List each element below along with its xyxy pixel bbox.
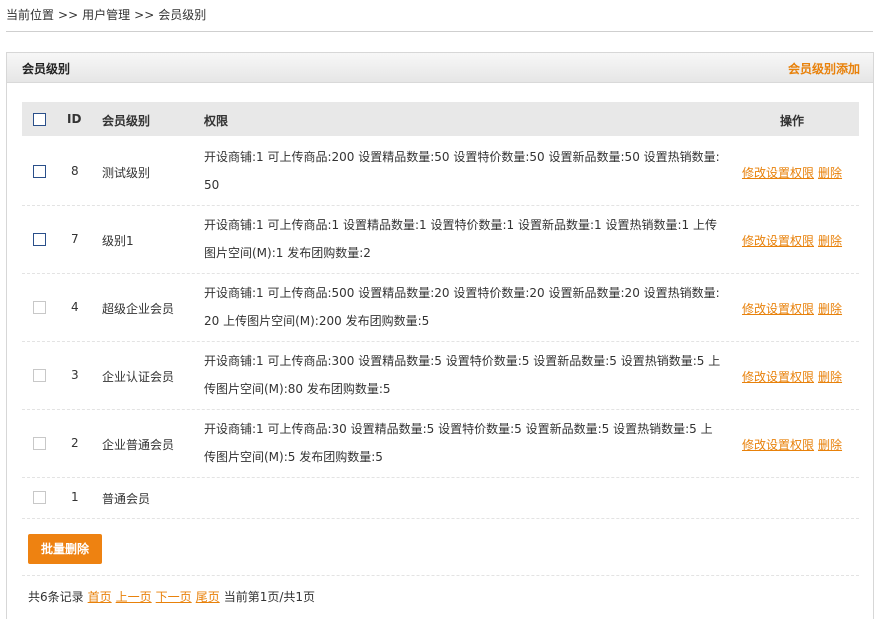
breadcrumb-divider <box>6 31 873 32</box>
row-checkbox[interactable] <box>33 165 46 178</box>
last-page-link[interactable]: 尾页 <box>196 590 220 604</box>
panel-header: 会员级别 会员级别添加 <box>7 53 873 83</box>
pagination: 共6条记录 首页 上一页 下一页 尾页 当前第1页/共1页 <box>28 588 315 605</box>
row-level-name: 企业认证会员 <box>102 370 175 384</box>
table-row: 8 测试级别 开设商铺:1 可上传商品:200 设置精品数量:50 设置特价数量… <box>22 137 859 206</box>
row-permission: 开设商铺:1 可上传商品:300 设置精品数量:5 设置特价数量:5 设置新品数… <box>204 354 721 396</box>
row-operations: 修改设置权限 删除 <box>742 436 842 453</box>
table-row: 4 超级企业会员 开设商铺:1 可上传商品:500 设置精品数量:20 设置特价… <box>22 273 859 342</box>
edit-permission-link[interactable]: 修改设置权限 <box>742 234 814 248</box>
edit-permission-link[interactable]: 修改设置权限 <box>742 166 814 180</box>
edit-permission-link[interactable]: 修改设置权限 <box>742 370 814 384</box>
batch-delete-button[interactable]: 批量删除 <box>28 534 102 564</box>
table-row: 7 级别1 开设商铺:1 可上传商品:1 设置精品数量:1 设置特价数量:1 设… <box>22 205 859 274</box>
row-permission: 开设商铺:1 可上传商品:500 设置精品数量:20 设置特价数量:20 设置新… <box>204 286 720 328</box>
header-id: ID <box>67 112 82 126</box>
row-checkbox[interactable] <box>33 369 46 382</box>
breadcrumb-separator: >> <box>134 8 155 22</box>
breadcrumb-item-member-level: 会员级别 <box>158 8 207 22</box>
row-checkbox[interactable] <box>33 437 46 450</box>
row-permission: 开设商铺:1 可上传商品:30 设置精品数量:5 设置特价数量:5 设置新品数量… <box>204 422 713 464</box>
panel-title: 会员级别 <box>22 62 71 76</box>
delete-link[interactable]: 删除 <box>818 234 842 248</box>
add-member-level-link[interactable]: 会员级别添加 <box>788 60 860 77</box>
row-checkbox[interactable] <box>33 233 46 246</box>
row-id: 4 <box>71 300 79 314</box>
delete-link[interactable]: 删除 <box>818 166 842 180</box>
row-operations: 修改设置权限 删除 <box>742 368 842 385</box>
row-id: 2 <box>71 436 79 450</box>
row-checkbox[interactable] <box>33 301 46 314</box>
edit-permission-link[interactable]: 修改设置权限 <box>742 302 814 316</box>
record-count: 共6条记录 <box>28 590 84 604</box>
select-all-checkbox[interactable] <box>33 113 46 126</box>
row-operations: 修改设置权限 删除 <box>742 164 842 181</box>
delete-link[interactable]: 删除 <box>818 438 842 452</box>
row-id: 7 <box>71 232 79 246</box>
header-level: 会员级别 <box>102 114 151 128</box>
row-level-name: 超级企业会员 <box>102 302 175 316</box>
breadcrumb: 当前位置 >> 用户管理 >> 会员级别 <box>6 7 206 23</box>
table-row: 2 企业普通会员 开设商铺:1 可上传商品:30 设置精品数量:5 设置特价数量… <box>22 409 859 478</box>
delete-link[interactable]: 删除 <box>818 302 842 316</box>
header-operations: 操作 <box>780 114 805 128</box>
edit-permission-link[interactable]: 修改设置权限 <box>742 438 814 452</box>
table-row: 3 企业认证会员 开设商铺:1 可上传商品:300 设置精品数量:5 设置特价数… <box>22 341 859 410</box>
row-level-name: 级别1 <box>102 234 134 248</box>
row-level-name: 企业普通会员 <box>102 438 175 452</box>
row-id: 1 <box>71 490 79 504</box>
pager-divider <box>22 575 859 576</box>
row-level-name: 测试级别 <box>102 166 151 180</box>
breadcrumb-item-user-mgmt[interactable]: 用户管理 <box>82 8 130 22</box>
next-page-link[interactable]: 下一页 <box>156 590 192 604</box>
prev-page-link[interactable]: 上一页 <box>116 590 152 604</box>
row-operations: 修改设置权限 删除 <box>742 232 842 249</box>
member-level-panel: 会员级别 会员级别添加 ID 会员级别 权限 操作 8 测试级别 开设商铺:1 … <box>6 52 874 619</box>
row-permission: 开设商铺:1 可上传商品:200 设置精品数量:50 设置特价数量:50 设置新… <box>204 150 720 192</box>
row-id: 8 <box>71 164 79 178</box>
table-row: 1 普通会员 <box>22 477 859 519</box>
table-header: ID 会员级别 权限 操作 <box>22 102 859 136</box>
row-level-name: 普通会员 <box>102 492 151 506</box>
row-id: 3 <box>71 368 79 382</box>
first-page-link[interactable]: 首页 <box>88 590 112 604</box>
row-operations: 修改设置权限 删除 <box>742 300 842 317</box>
row-checkbox[interactable] <box>33 491 46 504</box>
delete-link[interactable]: 删除 <box>818 370 842 384</box>
breadcrumb-item-location: 当前位置 <box>6 8 55 22</box>
row-permission: 开设商铺:1 可上传商品:1 设置精品数量:1 设置特价数量:1 设置新品数量:… <box>204 218 717 260</box>
header-permission: 权限 <box>204 114 229 128</box>
page-status: 当前第1页/共1页 <box>223 590 316 604</box>
breadcrumb-separator: >> <box>58 8 79 22</box>
